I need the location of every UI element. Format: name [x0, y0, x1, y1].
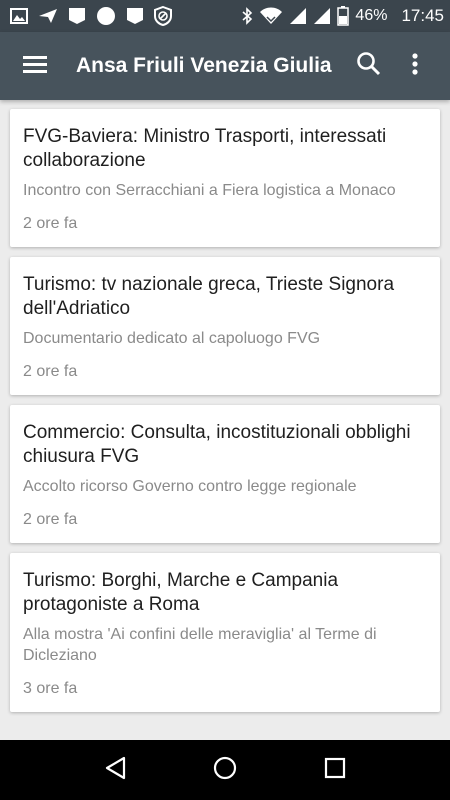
wifi-icon: [259, 7, 283, 25]
article-time: 2 ore fa: [23, 511, 78, 528]
article-summary: Documentario dedicato al capoluogo FVG: [23, 330, 321, 347]
search-icon: [356, 51, 382, 82]
system-nav-bar: [0, 740, 450, 800]
notification-icon-2: [126, 7, 144, 25]
signal-icon: [289, 7, 307, 25]
bluetooth-icon: [241, 7, 253, 25]
battery-icon: [337, 6, 350, 26]
gallery-icon: [10, 8, 28, 24]
recents-button[interactable]: [305, 740, 365, 800]
signal-icon-2: [313, 7, 331, 25]
status-bar: 46% 17:45: [0, 0, 450, 32]
clock: 17:45: [401, 6, 444, 25]
article-headline: Turismo: tv nazionale greca, Trieste Sig…: [23, 274, 395, 319]
article-list: FVG-Baviera: Ministro Trasporti, interes…: [0, 100, 450, 740]
article-card[interactable]: FVG-Baviera: Ministro Trasporti, interes…: [10, 109, 440, 247]
article-time: 2 ore fa: [23, 215, 78, 232]
battery-percent: 46%: [355, 7, 388, 24]
back-button[interactable]: [85, 740, 145, 800]
more-options-button[interactable]: [392, 32, 438, 100]
blocked-icon: [154, 6, 172, 26]
article-summary: Incontro con Serracchiani a Fiera logist…: [23, 182, 396, 199]
menu-button[interactable]: [0, 32, 70, 100]
home-icon: [213, 756, 237, 785]
more-vert-icon: [411, 52, 419, 81]
notification-icon: [68, 7, 86, 25]
circle-icon: [96, 6, 116, 26]
article-summary: Alla mostra 'Ai confini delle meraviglia…: [23, 626, 377, 664]
article-headline: FVG-Baviera: Ministro Trasporti, interes…: [23, 126, 387, 171]
home-button[interactable]: [195, 740, 255, 800]
article-time: 2 ore fa: [23, 363, 78, 380]
back-icon: [104, 756, 126, 785]
article-headline: Turismo: Borghi, Marche e Campania prota…: [23, 570, 339, 615]
send-icon: [38, 8, 58, 24]
menu-icon: [22, 54, 48, 79]
article-card[interactable]: Turismo: Borghi, Marche e Campania prota…: [10, 553, 440, 712]
app-bar: Ansa Friuli Venezia Giulia: [0, 32, 450, 100]
article-card[interactable]: Commercio: Consulta, incostituzionali ob…: [10, 405, 440, 543]
article-time: 3 ore fa: [23, 680, 78, 697]
page-title: Ansa Friuli Venezia Giulia: [76, 54, 332, 77]
recents-icon: [324, 757, 346, 784]
article-summary: Accolto ricorso Governo contro legge reg…: [23, 478, 357, 495]
article-card[interactable]: Turismo: tv nazionale greca, Trieste Sig…: [10, 257, 440, 395]
article-headline: Commercio: Consulta, incostituzionali ob…: [23, 422, 411, 467]
search-button[interactable]: [346, 32, 392, 100]
